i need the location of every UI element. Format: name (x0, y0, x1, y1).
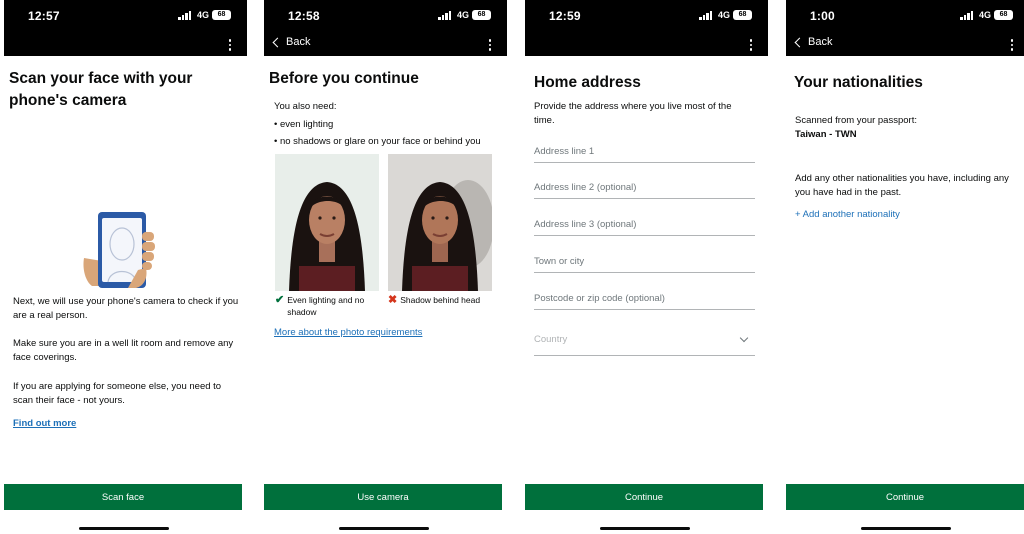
requirement-item: • no shadows or glare on your face or be… (274, 136, 481, 147)
chevron-down-icon (739, 333, 749, 343)
scan-face-button[interactable]: Scan face (4, 484, 242, 510)
continue-button[interactable]: Continue (786, 484, 1024, 510)
continue-button[interactable]: Continue (525, 484, 763, 510)
status-bar: 12:59 4G 68 (525, 0, 768, 34)
back-button[interactable]: Back (272, 36, 310, 48)
network-label: 4G (717, 10, 730, 20)
signal-icon (699, 11, 712, 20)
status-time: 12:57 (28, 9, 60, 23)
app-bar (4, 34, 247, 56)
country-select[interactable]: Country (534, 330, 755, 356)
scanned-label: Scanned from your passport: (795, 115, 917, 126)
app-bar: Back (264, 34, 507, 56)
battery-icon: 68 (212, 10, 231, 20)
address-line-3-input[interactable]: Address line 3 (optional) (534, 215, 755, 236)
more-options-icon[interactable] (749, 39, 752, 51)
network-label: 4G (978, 10, 991, 20)
other-nationalities-text: Add any other nationalities you have, in… (795, 173, 1009, 198)
page-title: Home address (534, 74, 641, 91)
status-bar: 1:00 4G 68 (786, 0, 1024, 34)
photo-requirements-link[interactable]: More about the photo requirements (274, 327, 422, 338)
status-bar: 12:57 4G 68 (4, 0, 247, 34)
address-line-1-input[interactable]: Address line 1 (534, 142, 755, 163)
back-label: Back (808, 36, 833, 48)
status-bar: 12:58 4G 68 (264, 0, 507, 34)
page-title: Scan your face with your phone's camera (9, 70, 193, 109)
postcode-input[interactable]: Postcode or zip code (optional) (534, 289, 755, 310)
bad-example-caption: ✖ Shadow behind head (388, 294, 498, 306)
signal-icon (178, 11, 191, 20)
battery-icon: 68 (733, 10, 752, 20)
add-nationality-link[interactable]: + Add another nationality (795, 208, 900, 222)
address-intro: Provide the address where you live most … (534, 101, 732, 126)
good-example-photo (275, 154, 379, 291)
country-placeholder: Country (534, 334, 568, 345)
explanation-text: Next, we will use your phone's camera to… (13, 296, 239, 321)
scanned-nationality: Taiwan - TWN (795, 129, 857, 140)
home-indicator[interactable] (79, 527, 169, 530)
battery-icon: 68 (472, 10, 491, 20)
good-caption-text: Even lighting and no shadow (287, 295, 365, 317)
status-time: 12:59 (549, 9, 581, 23)
good-example-caption: ✔ Even lighting and no shadow (275, 294, 379, 318)
more-options-icon[interactable] (1010, 39, 1013, 51)
network-label: 4G (456, 10, 469, 20)
signal-icon (960, 11, 973, 20)
screen-scan-face: 12:57 4G 68 Scan your face with your pho… (4, 0, 247, 534)
status-time: 1:00 (810, 9, 835, 23)
back-label: Back (286, 36, 311, 48)
home-indicator[interactable] (861, 527, 951, 530)
requirement-item: • even lighting (274, 119, 334, 130)
screen-home-address: 12:59 4G 68 Home address Provide the add… (525, 0, 768, 534)
chevron-left-icon (794, 37, 805, 47)
signal-icon (438, 11, 451, 20)
page-title: Your nationalities (794, 74, 923, 91)
requirements-intro: You also need: (274, 101, 337, 112)
home-indicator[interactable] (339, 527, 429, 530)
more-options-icon[interactable] (228, 39, 231, 51)
phone-scan-illustration-icon (83, 212, 155, 288)
bad-caption-text: Shadow behind head (400, 295, 481, 305)
lighting-advice-text: Make sure you are in a well lit room and… (13, 338, 234, 363)
status-time: 12:58 (288, 9, 320, 23)
app-bar: Back (786, 34, 1024, 56)
address-line-2-input[interactable]: Address line 2 (optional) (534, 178, 755, 199)
someone-else-text: If you are applying for someone else, yo… (13, 381, 222, 406)
back-button[interactable]: Back (794, 36, 832, 48)
screen-nationalities: 1:00 4G 68 Back Your nationalities Scann… (786, 0, 1024, 534)
network-label: 4G (196, 10, 209, 20)
find-out-more-link[interactable]: Find out more (13, 418, 76, 429)
home-indicator[interactable] (600, 527, 690, 530)
screen-before-you-continue: 12:58 4G 68 Back Before you continue You… (264, 0, 507, 534)
town-input[interactable]: Town or city (534, 252, 755, 273)
battery-icon: 68 (994, 10, 1013, 20)
cross-icon: ✖ (388, 294, 398, 306)
bad-example-photo (388, 154, 492, 291)
more-options-icon[interactable] (488, 39, 491, 51)
app-bar (525, 34, 768, 56)
page-title: Before you continue (269, 70, 419, 87)
use-camera-button[interactable]: Use camera (264, 484, 502, 510)
chevron-left-icon (272, 37, 283, 47)
tick-icon: ✔ (275, 294, 285, 306)
